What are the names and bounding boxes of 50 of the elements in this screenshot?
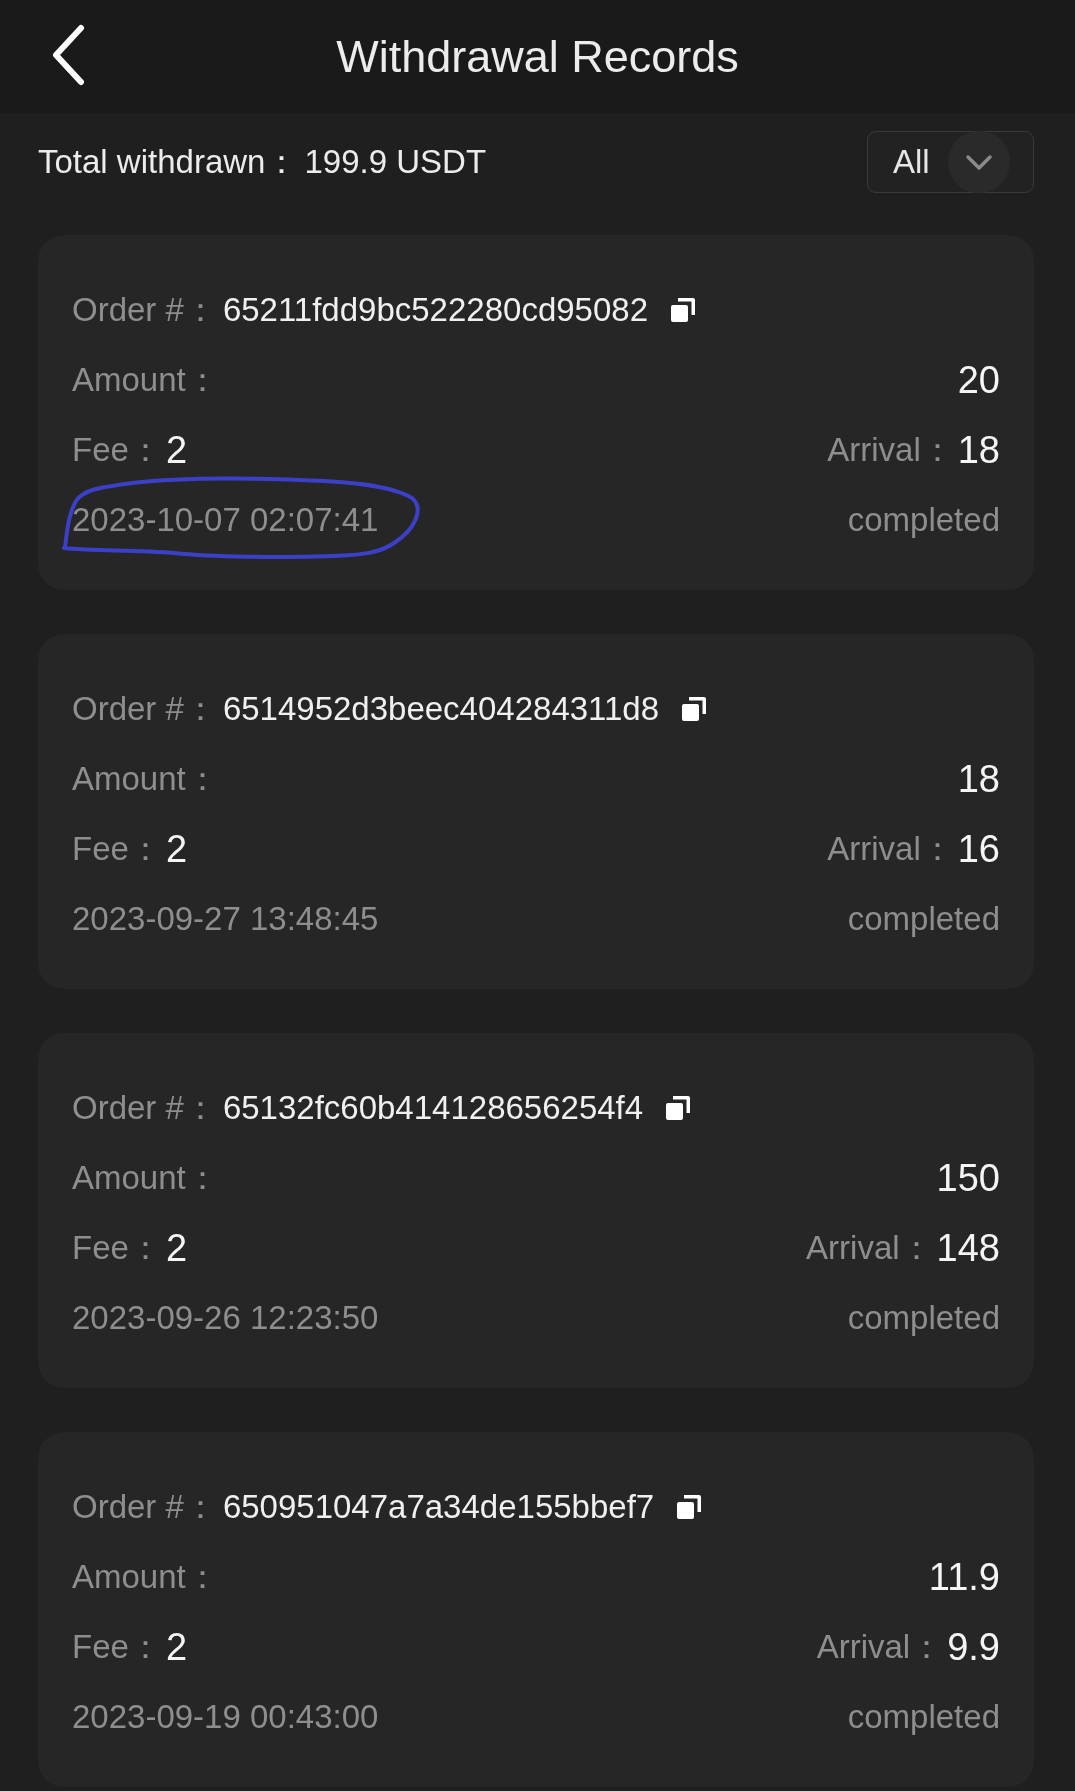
record-time: 2023-09-26 12:23:50 (72, 1299, 379, 1337)
order-label: Order #： (72, 289, 217, 330)
fee-label: Fee： (72, 1626, 162, 1667)
amount-value: 18 (957, 757, 1000, 801)
fee-value: 2 (165, 827, 187, 871)
fee-label: Fee： (72, 828, 162, 869)
fee-label: Fee： (72, 429, 162, 470)
order-label: Order #： (72, 1087, 217, 1128)
order-number: 65211fdd9bc522280cd95082 (222, 291, 648, 329)
record-time: 2023-10-07 02:07:41 (72, 501, 379, 539)
arrival-label: Arrival： (816, 1626, 944, 1667)
arrival-label: Arrival： (827, 429, 954, 470)
amount-label: Amount： (72, 1556, 219, 1597)
copy-icon[interactable] (676, 1494, 703, 1520)
amount-label: Amount： (72, 758, 219, 799)
page-title: Withdrawal Records (336, 29, 739, 84)
fee-value: 2 (165, 1625, 187, 1669)
arrival-value: 18 (957, 428, 1000, 472)
filter-dropdown[interactable]: All (867, 131, 1034, 193)
arrival-label: Arrival： (827, 828, 954, 869)
total-withdrawn-label: Total withdrawn： (38, 141, 299, 182)
chevron-down-icon (948, 131, 1010, 193)
arrival-value: 16 (957, 827, 1000, 871)
record-status: completed (847, 1698, 1000, 1736)
amount-label: Amount： (72, 359, 219, 400)
copy-icon[interactable] (670, 297, 696, 323)
amount-label: Amount： (72, 1157, 219, 1198)
copy-icon[interactable] (665, 1095, 692, 1121)
arrival-label: Arrival： (806, 1227, 933, 1268)
arrival-value: 9.9 (947, 1625, 1000, 1669)
amount-value: 20 (957, 358, 1000, 402)
order-number: 65132fc60b414128656254f4 (222, 1089, 644, 1127)
total-withdrawn-value: 199.9 USDT (304, 143, 487, 181)
amount-value: 150 (936, 1156, 1000, 1200)
copy-icon[interactable] (681, 696, 708, 722)
arrival-value: 148 (936, 1226, 1000, 1270)
order-label: Order #： (72, 688, 217, 729)
chevron-left-icon[interactable] (50, 24, 86, 86)
fee-value: 2 (165, 1226, 187, 1270)
record-status: completed (847, 501, 1000, 539)
record-status: completed (847, 900, 1000, 938)
order-number: 650951047a7a34de155bbef7 (222, 1488, 655, 1526)
amount-value: 11.9 (928, 1555, 1000, 1599)
fee-label: Fee： (72, 1227, 162, 1268)
order-number: 6514952d3beec404284311d8 (222, 690, 660, 728)
record-time: 2023-09-19 00:43:00 (72, 1698, 379, 1736)
record-time: 2023-09-27 13:48:45 (72, 900, 379, 938)
fee-value: 2 (165, 428, 187, 472)
record-status: completed (847, 1299, 1000, 1337)
order-label: Order #： (72, 1486, 217, 1527)
